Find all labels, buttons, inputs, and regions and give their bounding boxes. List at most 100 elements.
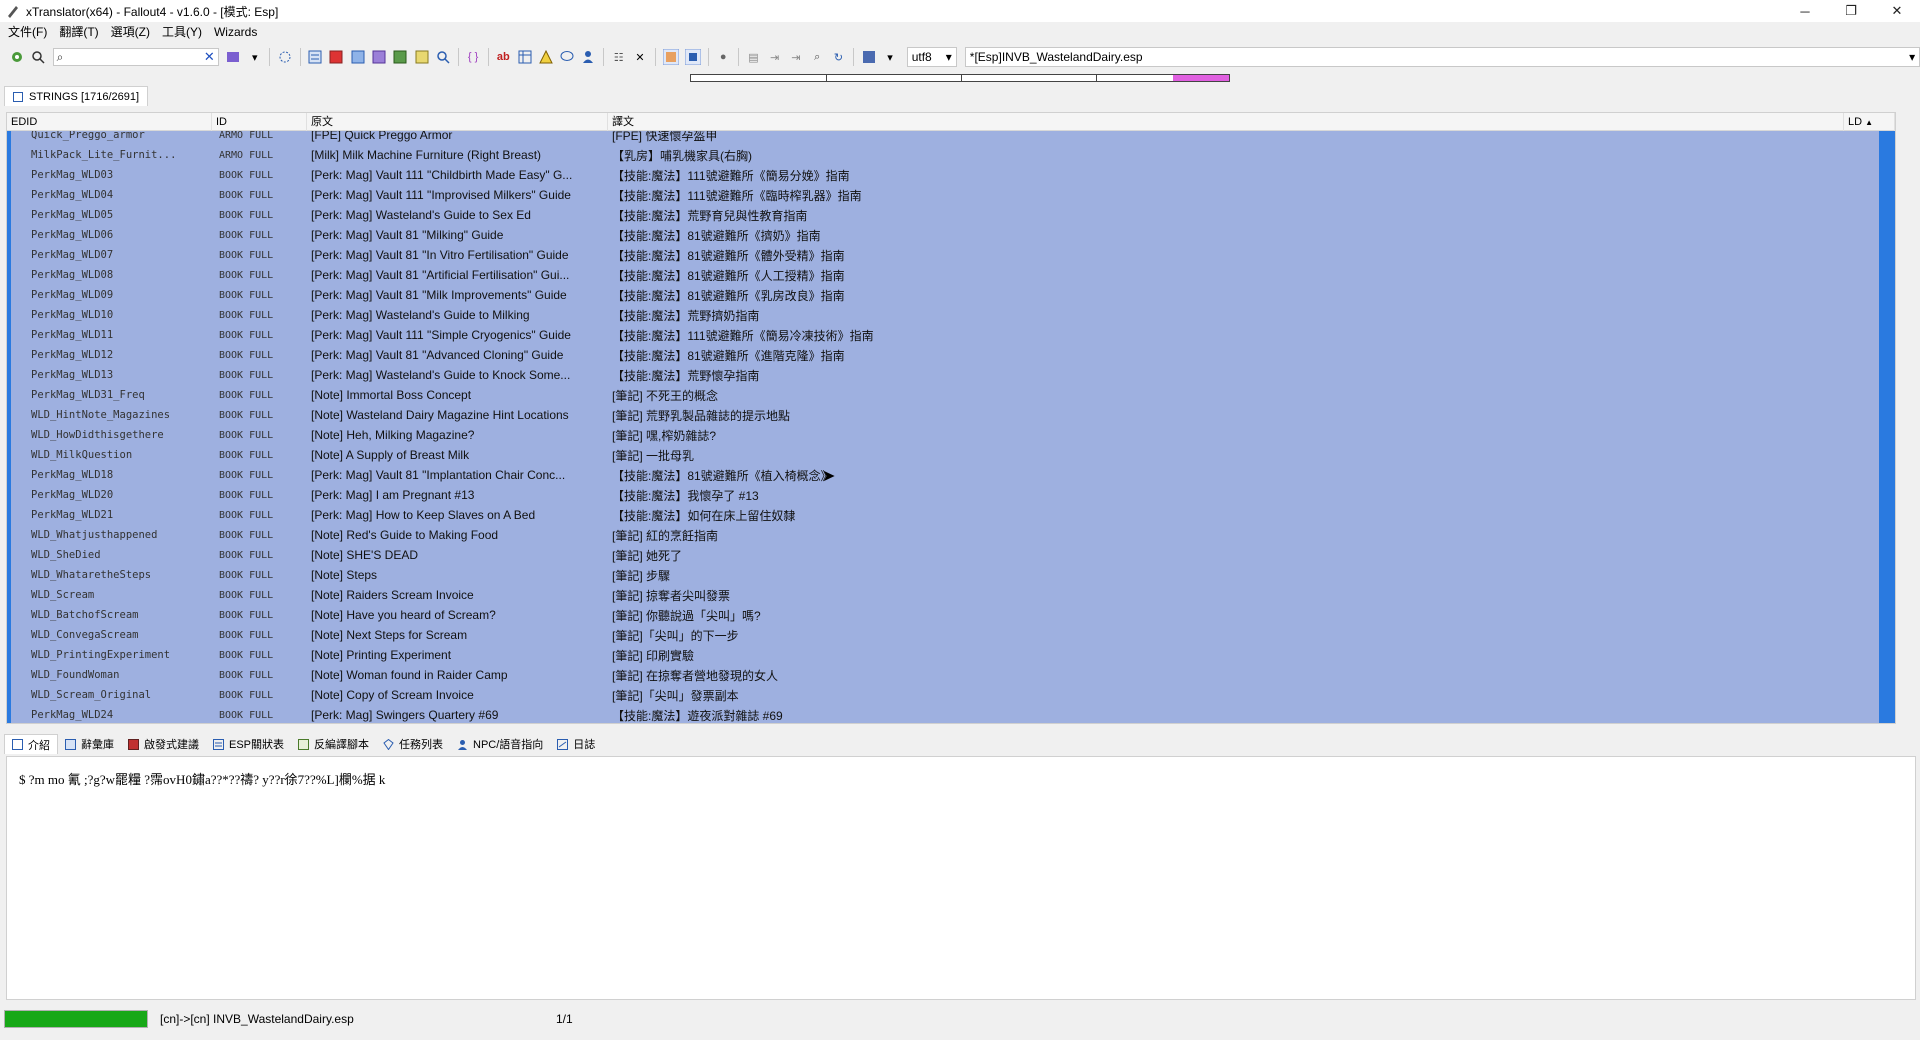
table-row[interactable]: PerkMag_WLD10 BOOK FULL [Perk: Mag] Wastel… <box>7 305 1895 325</box>
blue-filter-icon[interactable] <box>350 49 365 65</box>
tab-log[interactable]: 日誌 <box>550 734 602 754</box>
delete-icon[interactable]: ✕ <box>632 49 647 65</box>
table-row[interactable]: PerkMag_WLD12 BOOK FULL [Perk: Mag] Vault … <box>7 345 1895 365</box>
tab-npc-voice[interactable]: NPC/語音指向 <box>450 734 550 754</box>
export-all-icon[interactable]: ⇥ <box>788 49 803 65</box>
table-row[interactable]: PerkMag_WLD13 BOOK FULL [Perk: Mag] Wastel… <box>7 365 1895 385</box>
table-row[interactable]: WLD_Scream_Original BOOK FULL [Note] Copy … <box>7 685 1895 705</box>
table-row[interactable]: WLD_PrintingExperiment BOOK FULL [Note] Pr… <box>7 645 1895 665</box>
table-row[interactable]: PerkMag_WLD04 BOOK FULL [Perk: Mag] Vault … <box>7 185 1895 205</box>
tab-vocabulary[interactable]: 辭彙庫 <box>58 734 121 754</box>
table-row[interactable]: MilkPack_Lite_Furnit... ARMO FULL [Milk] M… <box>7 145 1895 165</box>
gear-icon[interactable] <box>9 49 24 65</box>
tab-strings[interactable]: STRINGS [1716/2691] <box>4 86 149 106</box>
table-row[interactable]: PerkMag_WLD05 BOOK FULL [Perk: Mag] Wastel… <box>7 205 1895 225</box>
yellow-filter-icon[interactable] <box>414 49 429 65</box>
grid-icon[interactable]: ☷ <box>611 49 626 65</box>
user-icon[interactable] <box>581 49 596 65</box>
cell-edid: WLD_FoundWoman <box>31 669 120 681</box>
table-row[interactable]: WLD_FoundWoman BOOK FULL [Note] Woman foun… <box>7 665 1895 685</box>
table-row[interactable]: WLD_Whatjusthappened BOOK FULL [Note] Red'… <box>7 525 1895 545</box>
cell-source: [Note] Printing Experiment <box>311 648 452 662</box>
menu-tools[interactable]: 工具(Y) <box>156 22 208 42</box>
cell-translation: 【技能:魔法】81號避難所《植入椅概念》 <box>612 468 833 483</box>
minimize-button[interactable]: ─ <box>1782 0 1828 22</box>
tab-quests[interactable]: 任務列表 <box>376 734 450 754</box>
cell-edid: PerkMag_WLD05 <box>31 209 114 221</box>
table-row[interactable]: PerkMag_WLD18 BOOK FULL [Perk: Mag] Vault … <box>7 465 1895 485</box>
menu-file[interactable]: 文件(F) <box>2 22 53 42</box>
table-row[interactable]: WLD_ConvegaScream BOOK FULL [Note] Next St… <box>7 625 1895 645</box>
layout-icon[interactable] <box>861 49 876 65</box>
table-row[interactable]: PerkMag_WLD03 BOOK FULL [Perk: Mag] Vault … <box>7 165 1895 185</box>
table-row[interactable]: WLD_SheDied BOOK FULL [Note] SHE'S DEAD [筆記… <box>7 545 1895 565</box>
cell-source: [Note] Wasteland Dairy Magazine Hint Loc… <box>311 408 569 422</box>
menu-options[interactable]: 選項(Z) <box>105 22 156 42</box>
column-id[interactable]: ID <box>212 113 307 131</box>
cell-edid: WLD_SheDied <box>31 549 101 561</box>
list-icon[interactable] <box>308 49 323 65</box>
table-row[interactable]: PerkMag_WLD21 BOOK FULL [Perk: Mag] How to… <box>7 505 1895 525</box>
search-field[interactable]: ⌕ ✕ <box>52 48 219 66</box>
warning-icon[interactable] <box>538 49 553 65</box>
green-filter-icon[interactable] <box>393 49 408 65</box>
tab-decompile[interactable]: 反編譯腳本 <box>291 734 376 754</box>
pin-icon[interactable]: ● <box>716 49 731 65</box>
find-icon[interactable] <box>435 49 450 65</box>
table-row[interactable]: WLD_BatchofScream BOOK FULL [Note] Have yo… <box>7 605 1895 625</box>
filter-icon[interactable] <box>226 49 241 65</box>
spellcheck-icon[interactable]: ab <box>496 49 511 65</box>
column-source[interactable]: 原文 <box>307 113 608 131</box>
tab-intro-label: 介紹 <box>28 739 50 752</box>
table-row[interactable]: PerkMag_WLD20 BOOK FULL [Perk: Mag] I am P… <box>7 485 1895 505</box>
restore-button[interactable]: ❐ <box>1828 0 1874 22</box>
vertical-scrollbar[interactable] <box>1883 131 1895 723</box>
status-file: [cn]->[cn] INVB_WastelandDairy.esp <box>160 1012 354 1026</box>
table-row[interactable]: PerkMag_WLD24 BOOK FULL [Perk: Mag] Swinge… <box>7 705 1895 723</box>
cell-id: BOOK FULL <box>219 309 274 321</box>
table-icon[interactable] <box>517 49 532 65</box>
red-filter-icon[interactable] <box>329 49 344 65</box>
comment-icon[interactable] <box>560 49 575 65</box>
table-row[interactable]: WLD_HowDidthisgethere BOOK FULL [Note] Heh… <box>7 425 1895 445</box>
highlight-icon[interactable] <box>662 49 679 65</box>
detail-text: $ ?m mo 氰 ;?g?w罷糧 ?霈ovH0鏽a??*??禱? y??r徐7… <box>19 772 386 787</box>
encoding-select[interactable]: utf8 ▾ <box>906 47 957 67</box>
tab-esp-status[interactable]: ESP關狀表 <box>206 734 291 754</box>
menu-translate[interactable]: 翻譯(T) <box>53 22 104 42</box>
search-settings-icon[interactable] <box>30 49 45 65</box>
chevron-down-icon[interactable]: ▾ <box>882 49 897 65</box>
export-icon[interactable]: ⇥ <box>767 49 782 65</box>
brackets-icon[interactable]: { } <box>465 49 480 65</box>
search-input[interactable] <box>53 49 194 65</box>
detail-pane[interactable]: $ ?m mo 氰 ;?g?w罷糧 ?霈ovH0鏽a??*??禱? y??r徐7… <box>6 756 1916 1000</box>
chevron-down-icon[interactable]: ▾ <box>247 49 262 65</box>
close-button[interactable]: ✕ <box>1874 0 1920 22</box>
table-row[interactable]: WLD_MilkQuestion BOOK FULL [Note] A Supply… <box>7 445 1895 465</box>
column-translation[interactable]: 譯文 <box>608 113 1844 131</box>
tab-heuristic[interactable]: 啟發式建議 <box>121 734 206 754</box>
refresh-icon[interactable]: ↻ <box>831 49 846 65</box>
table-row[interactable]: PerkMag_WLD09 BOOK FULL [Perk: Mag] Vault … <box>7 285 1895 305</box>
cell-translation: [筆記] 嘿,榨奶雜誌? <box>612 428 717 443</box>
target-icon[interactable] <box>277 49 292 65</box>
clear-search-icon[interactable]: ✕ <box>204 49 215 65</box>
table-row[interactable]: PerkMag_WLD11 BOOK FULL [Perk: Mag] Vault … <box>7 325 1895 345</box>
lookup-icon[interactable]: ⌕ <box>810 49 825 65</box>
table-row[interactable]: PerkMag_WLD08 BOOK FULL [Perk: Mag] Vault … <box>7 265 1895 285</box>
table-row[interactable]: PerkMag_WLD31_Freq BOOK FULL [Note] Immort… <box>7 385 1895 405</box>
table-row[interactable]: WLD_HintNote_Magazines BOOK FULL [Note] Wa… <box>7 405 1895 425</box>
tab-intro[interactable]: 介紹 <box>4 734 58 754</box>
import-icon[interactable]: ▤ <box>746 49 761 65</box>
table-row[interactable]: WLD_Scream BOOK FULL [Note] Raiders Scream… <box>7 585 1895 605</box>
menu-wizards[interactable]: Wizards <box>208 22 263 42</box>
table-row[interactable]: Quick_Preggo_armor ARMO FULL [FPE] Quick P… <box>7 131 1895 145</box>
file-select[interactable]: *[Esp]INVB_WastelandDairy.esp ▾ <box>964 47 1920 67</box>
view-toggle-icon[interactable] <box>684 49 701 65</box>
table-row[interactable]: WLD_WhataretheSteps BOOK FULL [Note] Steps… <box>7 565 1895 585</box>
column-edid[interactable]: EDID <box>7 113 212 131</box>
table-row[interactable]: PerkMag_WLD07 BOOK FULL [Perk: Mag] Vault … <box>7 245 1895 265</box>
purple-filter-icon[interactable] <box>371 49 386 65</box>
column-ld[interactable]: LD ▲ <box>1844 113 1895 131</box>
table-row[interactable]: PerkMag_WLD06 BOOK FULL [Perk: Mag] Vault … <box>7 225 1895 245</box>
